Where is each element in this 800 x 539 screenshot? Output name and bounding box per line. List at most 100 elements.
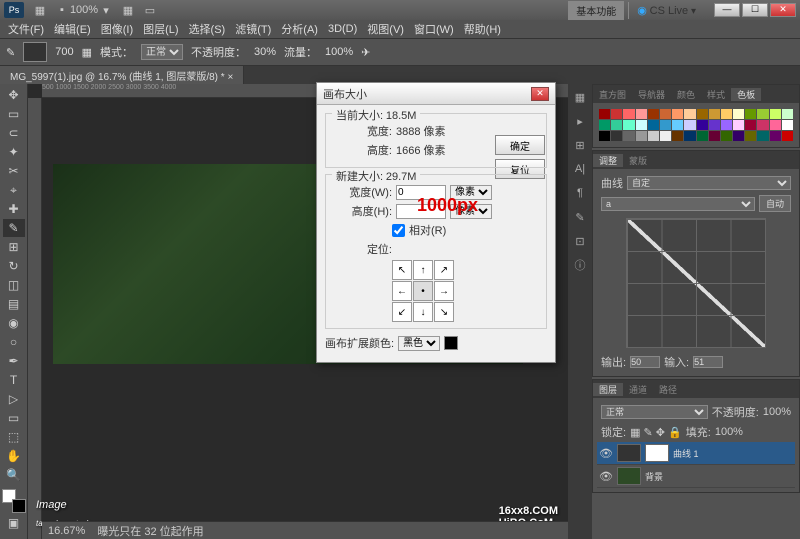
crop-tool[interactable]: ✂ xyxy=(3,162,25,180)
menu-view[interactable]: 视图(V) xyxy=(363,21,408,37)
path-tool[interactable]: ▷ xyxy=(3,390,25,408)
swatch[interactable] xyxy=(733,131,744,141)
tab-styles[interactable]: 样式 xyxy=(701,88,731,101)
curves-channel[interactable]: a xyxy=(601,197,755,211)
width-unit[interactable]: 像素 xyxy=(450,185,492,200)
history-panel-icon[interactable]: ▦ xyxy=(571,88,589,106)
brush-size[interactable]: 700 xyxy=(55,46,73,58)
info-panel-icon[interactable]: ⓘ xyxy=(571,256,589,274)
lasso-tool[interactable]: ⊂ xyxy=(3,124,25,142)
move-tool[interactable]: ✥ xyxy=(3,86,25,104)
color-picker[interactable] xyxy=(2,489,26,513)
ext-color-select[interactable]: 黑色 xyxy=(398,336,440,351)
brush-preset[interactable] xyxy=(23,42,47,62)
zoom-tool[interactable]: 🔍 xyxy=(3,466,25,484)
swatch[interactable] xyxy=(770,109,781,119)
swatch[interactable] xyxy=(770,131,781,141)
swatch[interactable] xyxy=(745,120,756,130)
swatch[interactable] xyxy=(782,131,793,141)
screen-icon[interactable]: ▭ xyxy=(142,2,158,18)
swatch[interactable] xyxy=(660,109,671,119)
clone-panel-icon[interactable]: ⊡ xyxy=(571,232,589,250)
brush-tool-icon[interactable]: ✎ xyxy=(6,46,15,59)
close-button[interactable]: ✕ xyxy=(770,3,796,17)
menu-window[interactable]: 窗口(W) xyxy=(410,21,458,37)
document-tab[interactable]: MG_5997(1).jpg @ 16.7% (曲线 1, 图层蒙版/8) * … xyxy=(0,66,244,85)
menu-filter[interactable]: 滤镜(T) xyxy=(231,21,275,37)
swatch[interactable] xyxy=(757,120,768,130)
tab-adjustments[interactable]: 调整 xyxy=(593,154,623,167)
swatch[interactable] xyxy=(636,131,647,141)
swatch[interactable] xyxy=(636,120,647,130)
swatch[interactable] xyxy=(697,120,708,130)
height-input[interactable] xyxy=(396,204,446,219)
swatch[interactable] xyxy=(770,120,781,130)
opacity-value[interactable]: 30% xyxy=(254,46,276,58)
curves-graph[interactable] xyxy=(626,218,766,348)
tab-histogram[interactable]: 直方图 xyxy=(593,88,632,101)
swatch[interactable] xyxy=(660,120,671,130)
type-tool[interactable]: T xyxy=(3,371,25,389)
swatch[interactable] xyxy=(782,120,793,130)
pen-tool[interactable]: ✒ xyxy=(3,352,25,370)
visibility-icon[interactable]: 👁 xyxy=(599,447,613,460)
blur-tool[interactable]: ◉ xyxy=(3,314,25,332)
layer-name[interactable]: 背景 xyxy=(645,470,663,483)
swatch[interactable] xyxy=(709,131,720,141)
swatch[interactable] xyxy=(599,131,610,141)
eraser-tool[interactable]: ◫ xyxy=(3,276,25,294)
brush-panel-icon[interactable]: ▦ xyxy=(82,46,92,59)
swatch[interactable] xyxy=(782,109,793,119)
swatch[interactable] xyxy=(648,120,659,130)
relative-checkbox[interactable] xyxy=(392,224,405,237)
swatch[interactable] xyxy=(648,131,659,141)
mask-thumb[interactable] xyxy=(645,444,669,462)
blend-mode[interactable]: 正常 xyxy=(601,405,708,419)
swatch[interactable] xyxy=(672,131,683,141)
airbrush-icon[interactable]: ✈ xyxy=(361,46,370,59)
tab-layers[interactable]: 图层 xyxy=(593,383,623,396)
tab-channels[interactable]: 通道 xyxy=(623,383,653,396)
swatch[interactable] xyxy=(721,131,732,141)
curves-output[interactable] xyxy=(630,356,660,368)
swatch[interactable] xyxy=(709,120,720,130)
tab-masks[interactable]: 蒙版 xyxy=(623,154,653,167)
swatches-grid[interactable] xyxy=(597,107,795,143)
bridge-icon[interactable]: ▦ xyxy=(32,2,48,18)
wand-tool[interactable]: ✦ xyxy=(3,143,25,161)
menu-help[interactable]: 帮助(H) xyxy=(460,21,505,37)
para-panel-icon[interactable]: ¶ xyxy=(571,184,589,202)
tab-swatches[interactable]: 色板 xyxy=(731,88,761,101)
tab-navigator[interactable]: 导航器 xyxy=(632,88,671,101)
swatch[interactable] xyxy=(709,109,720,119)
swatch[interactable] xyxy=(721,109,732,119)
flow-value[interactable]: 100% xyxy=(325,46,353,58)
menu-analysis[interactable]: 分析(A) xyxy=(277,21,322,37)
fill-value[interactable]: 100% xyxy=(715,426,743,438)
height-unit[interactable]: 像素 xyxy=(450,204,492,219)
swatch[interactable] xyxy=(721,120,732,130)
layer-thumb[interactable] xyxy=(617,444,641,462)
menu-file[interactable]: 文件(F) xyxy=(4,21,48,37)
swatch[interactable] xyxy=(648,109,659,119)
ruler-vertical[interactable] xyxy=(28,98,42,539)
curves-input[interactable] xyxy=(693,356,723,368)
swatch[interactable] xyxy=(745,109,756,119)
swatch[interactable] xyxy=(623,109,634,119)
swatch[interactable] xyxy=(697,109,708,119)
layer-row-curves[interactable]: 👁 曲线 1 xyxy=(597,442,795,465)
swatch[interactable] xyxy=(660,131,671,141)
eyedropper-tool[interactable]: ⌖ xyxy=(3,181,25,199)
properties-panel-icon[interactable]: ⊞ xyxy=(571,136,589,154)
workspace-tab[interactable]: 基本功能 xyxy=(568,1,624,20)
swatch[interactable] xyxy=(733,120,744,130)
menu-edit[interactable]: 编辑(E) xyxy=(50,21,95,37)
swatch[interactable] xyxy=(697,131,708,141)
lock-icons[interactable]: ▦ ✎ ✥ 🔒 xyxy=(630,426,682,439)
view-icon[interactable]: ▦ xyxy=(120,2,136,18)
brush-tool[interactable]: ✎ xyxy=(3,219,25,237)
background-color[interactable] xyxy=(12,499,26,513)
layer-opacity[interactable]: 100% xyxy=(763,406,791,418)
tab-color[interactable]: 颜色 xyxy=(671,88,701,101)
layer-row-bg[interactable]: 👁 背景 xyxy=(597,465,795,488)
